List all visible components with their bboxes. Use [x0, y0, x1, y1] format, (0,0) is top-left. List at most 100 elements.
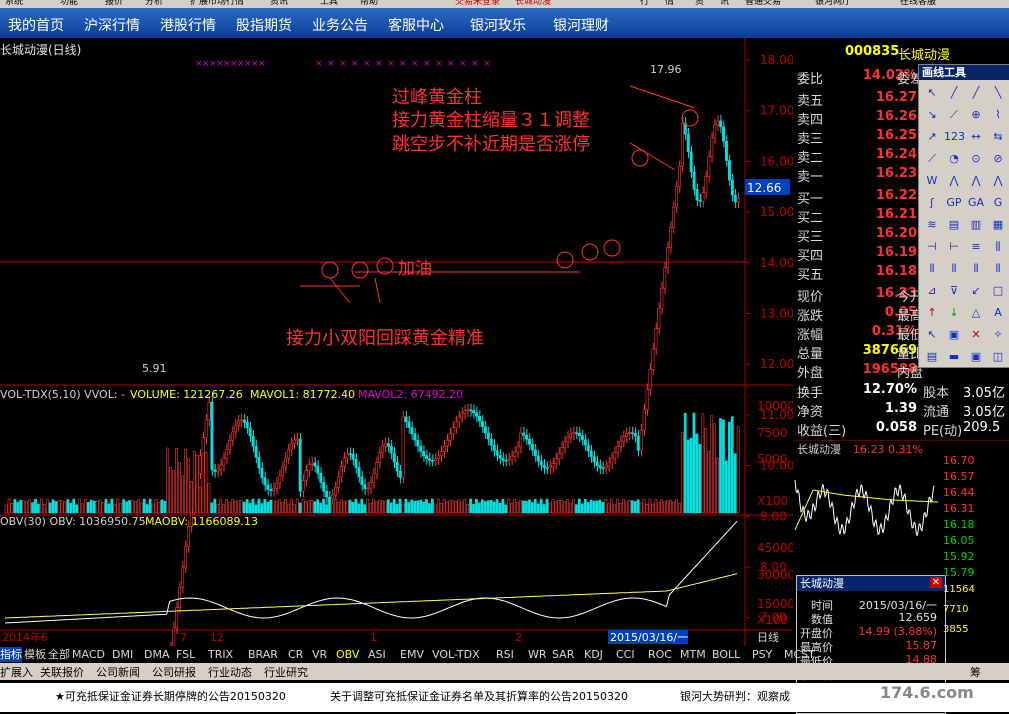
indicator-tab[interactable]: SAR	[552, 647, 574, 662]
drawing-tool-button[interactable]: ▬	[944, 347, 964, 367]
indicator-tab[interactable]: EMV	[400, 647, 424, 662]
drawing-tool-button[interactable]: ↔	[966, 127, 986, 147]
indicator-tab[interactable]: BOLL	[712, 647, 740, 662]
drawing-tool-button[interactable]: ✧	[988, 325, 1008, 345]
indicator-tab[interactable]: 全部	[48, 647, 70, 662]
drawing-tool-button[interactable]: W	[922, 171, 942, 191]
indicator-tab[interactable]: ASI	[368, 647, 386, 662]
drawing-tool-button[interactable]: ↖	[922, 325, 942, 345]
drawing-tool-button[interactable]: G	[988, 193, 1008, 213]
drawing-tool-button[interactable]: ⦀	[944, 259, 964, 279]
drawing-tool-button[interactable]: ▤	[944, 215, 964, 235]
drawing-tool-button[interactable]: ⊿	[922, 281, 942, 301]
drawing-tool-button[interactable]: ⫼	[988, 237, 1008, 257]
drawing-tool-button[interactable]: ⊣	[922, 237, 942, 257]
menu-item[interactable]: 功能	[60, 0, 78, 7]
drawing-tool-button[interactable]: ◫	[988, 347, 1008, 367]
nav-item[interactable]: 业务公告	[312, 15, 368, 35]
drawing-tool-button[interactable]: ⦀	[988, 259, 1008, 279]
indicator-tab[interactable]: CCI	[616, 647, 635, 662]
drawing-tool-button[interactable]: ⟋	[922, 149, 942, 169]
indicator-tab[interactable]: RSI	[496, 647, 514, 662]
drawing-tool-button[interactable]: ▣	[966, 347, 986, 367]
drawing-tool-button[interactable]: ↙	[966, 281, 986, 301]
indicator-tab[interactable]: KDJ	[584, 647, 603, 662]
drawing-tool-button[interactable]: ╱	[944, 83, 964, 103]
info-tab[interactable]: 行业研究	[264, 664, 308, 680]
nav-item[interactable]: 港股行情	[160, 15, 216, 35]
drawing-tool-button[interactable]: ╱	[966, 83, 986, 103]
drawing-tool-button[interactable]: ╲	[988, 83, 1008, 103]
indicator-tab[interactable]: 模板	[24, 647, 46, 662]
info-tab[interactable]: 筹	[970, 664, 981, 680]
drawing-tool-button[interactable]: ⊽	[944, 281, 964, 301]
indicator-tab[interactable]: OBV	[336, 647, 359, 662]
indicator-tab[interactable]: TRIX	[208, 647, 233, 662]
intraday-mini-chart[interactable]: 长城动漫 16.23 0.31% 16.70 16.57 16.44 16.31 16.18 1…	[793, 440, 1009, 640]
drawing-tool-button[interactable]: ⊕	[966, 105, 986, 125]
menu-button[interactable]: 在线客服	[900, 0, 936, 7]
menu-button[interactable]: 行	[640, 0, 649, 7]
info-tab[interactable]: 公司新闻	[96, 664, 140, 680]
drawing-tool-button[interactable]: ⋀	[988, 171, 1008, 191]
menu-item[interactable]: 工具	[320, 0, 338, 7]
nav-item[interactable]: 银河理财	[553, 15, 609, 35]
drawing-tool-button[interactable]: GA	[966, 193, 986, 213]
drawing-tool-button[interactable]: ▦	[988, 215, 1008, 235]
info-tab[interactable]: 公司研报	[152, 664, 196, 680]
drawing-tool-button[interactable]: ↗	[922, 127, 942, 147]
drawing-tool-button[interactable]: ◔	[944, 149, 964, 169]
drawing-tool-button[interactable]: ↓	[944, 303, 964, 323]
menu-item[interactable]: 系统	[5, 0, 23, 7]
drawing-tool-button[interactable]: ⊘	[988, 149, 1008, 169]
drawing-tool-button[interactable]: ⇆	[988, 127, 1008, 147]
drawing-tool-button[interactable]: ⦀	[966, 259, 986, 279]
drawing-tools-panel[interactable]: 画线工具 ↖ ╱ ╱ ╲ ↘ ⟋ ⊕ ⌇ ↗ 123 ↔ ⇆ ⟋ ◔ ⊙ ⊘ W ⋀ ⋀ ⋀ ʃ GP GA G ≋ ▤ ▥ ▦ ⊣ ⊢ ≡…	[918, 64, 1009, 368]
nav-item[interactable]: 客服中心	[388, 15, 444, 35]
nav-item[interactable]: 股指期货	[236, 15, 292, 35]
nav-item[interactable]: 沪深行情	[84, 15, 140, 35]
ticker-item[interactable]: ★可充抵保证金证券长期停牌的公告20150320	[55, 688, 286, 704]
drawing-tool-button[interactable]: ⦀	[922, 259, 942, 279]
drawing-tool-button[interactable]: GP	[944, 193, 964, 213]
drawing-tool-button[interactable]: 123	[944, 127, 965, 147]
drawing-tool-button[interactable]: ʃ	[922, 193, 942, 213]
menu-item[interactable]: 扩展市场行情	[190, 0, 244, 7]
indicator-tab[interactable]: MTM	[680, 647, 706, 662]
info-tab[interactable]: 关联报价	[40, 664, 84, 680]
drawing-tool-button[interactable]: ≋	[922, 215, 942, 235]
indicator-tab[interactable]: WR	[528, 647, 547, 662]
drawing-tool-button[interactable]: ▤	[922, 347, 942, 367]
menu-button[interactable]: 银河网厅	[815, 0, 851, 7]
drawing-tool-button[interactable]: ⋀	[944, 171, 964, 191]
indicator-tab[interactable]: VOL-TDX	[432, 647, 480, 662]
drawing-tool-button[interactable]: ⌇	[988, 105, 1008, 125]
indicator-tab[interactable]: FSL	[176, 647, 195, 662]
drawing-tool-button[interactable]: ▥	[966, 215, 986, 235]
menu-item[interactable]: 报价	[105, 0, 123, 7]
period-label[interactable]: 日线	[757, 630, 779, 644]
info-tab[interactable]: 扩展入	[0, 664, 33, 680]
indicator-tab[interactable]: CR	[288, 647, 303, 662]
drawing-tool-button[interactable]: ↘	[922, 105, 942, 125]
nav-item[interactable]: 银河玫乐	[470, 15, 526, 35]
ticker-item[interactable]: 关于调整可充抵保证金证券名单及其折算率的公告20150320	[330, 688, 628, 704]
indicator-tab[interactable]: ROC	[648, 647, 672, 662]
indicator-tab[interactable]: 指标	[0, 647, 22, 662]
drawing-tool-button[interactable]: ▣	[944, 325, 964, 345]
drawing-tool-button[interactable]: ✕	[966, 325, 986, 345]
drawing-tool-button[interactable]: ⟋	[944, 105, 964, 125]
drawing-tool-button[interactable]: ⊙	[966, 149, 986, 169]
indicator-tab[interactable]: PSY	[752, 647, 772, 662]
menu-button[interactable]: 情	[665, 0, 674, 7]
drawing-tool-button[interactable]: △	[966, 303, 986, 323]
drawing-tool-button[interactable]: ≡	[966, 237, 986, 257]
ticker-item[interactable]: 银河大势研判：观察成	[680, 688, 790, 704]
indicator-tab[interactable]: MACD	[72, 647, 105, 662]
indicator-tab[interactable]: BRAR	[248, 647, 278, 662]
indicator-tab[interactable]: MCST	[784, 647, 815, 662]
drawing-tool-button[interactable]: A	[988, 303, 1008, 323]
drawing-tool-button[interactable]: ↑	[922, 303, 942, 323]
drawing-tool-button[interactable]: ⋀	[966, 171, 986, 191]
drawing-tool-button[interactable]: ↖	[922, 83, 942, 103]
